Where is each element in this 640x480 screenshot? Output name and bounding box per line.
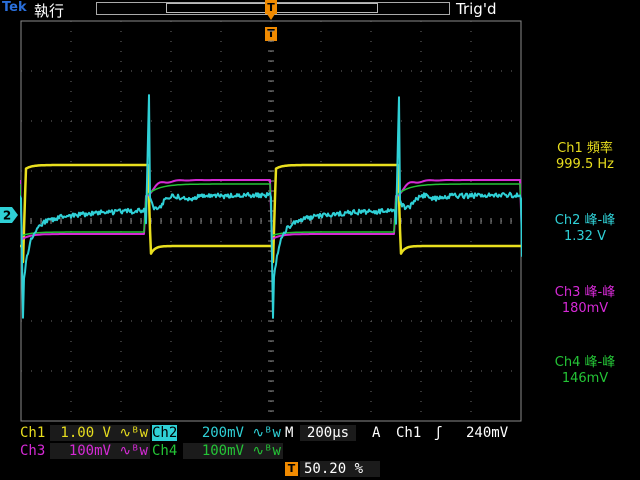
measurement-label: Ch4 峰-峰 <box>530 355 640 371</box>
measurement-ch4-pk-pk: Ch4 峰-峰 146mV <box>530 355 640 387</box>
measurement-value: 146mV <box>530 371 640 387</box>
measurement-ch2-pk-pk: Ch2 峰-峰 1.32 V <box>530 213 640 245</box>
ch2-ground-marker-icon[interactable]: 2 <box>0 207 18 223</box>
trigger-position-icon: T <box>285 462 298 476</box>
ch1-scale[interactable]: 1.00 V ∿ᴮw <box>50 425 150 441</box>
measurement-value: 999.5 Hz <box>530 157 640 173</box>
ch2-label[interactable]: Ch2 <box>152 425 177 441</box>
ch3-scale[interactable]: 100mV ∿ᴮw <box>50 443 150 459</box>
trigger-position-value[interactable]: 50.20 % <box>300 461 380 477</box>
waveform-ch2 <box>20 95 522 318</box>
measurement-label: Ch2 峰-峰 <box>530 213 640 229</box>
trigger-marker-top-label: T <box>267 1 275 14</box>
waveforms <box>20 95 522 318</box>
ch4-label[interactable]: Ch4 <box>152 443 177 459</box>
trigger-level[interactable]: 240mV <box>466 425 508 441</box>
trigger-slope-icon[interactable]: ʃ <box>434 425 442 441</box>
acquisition-mode: 執行 <box>34 0 64 21</box>
measurement-value: 180mV <box>530 301 640 317</box>
measurement-label: Ch3 峰-峰 <box>530 285 640 301</box>
timebase-label: M <box>285 425 293 441</box>
trigger-position-top-icon: T <box>265 0 277 20</box>
ch2-scale[interactable]: 200mV ∿ᴮw <box>183 425 283 441</box>
measurement-ch1-frequency: Ch1 頻率 999.5 Hz <box>530 141 640 173</box>
measurement-ch3-pk-pk: Ch3 峰-峰 180mV <box>530 285 640 317</box>
ch2-marker-label: 2 <box>3 209 11 223</box>
trigger-state: Trig'd <box>456 0 496 18</box>
timebase-value[interactable]: 200µs <box>300 425 356 441</box>
waveform-display[interactable] <box>20 20 522 422</box>
measurement-value: 1.32 V <box>530 229 640 245</box>
trigger-source[interactable]: Ch1 <box>396 425 421 441</box>
ch1-label[interactable]: Ch1 <box>20 425 45 441</box>
ch4-scale[interactable]: 100mV ∿ᴮw <box>183 443 283 459</box>
measurement-label: Ch1 頻率 <box>530 141 640 157</box>
trigger-mode: A <box>372 425 380 441</box>
brand-logo: Tek <box>2 0 27 15</box>
ch3-label[interactable]: Ch3 <box>20 443 45 459</box>
